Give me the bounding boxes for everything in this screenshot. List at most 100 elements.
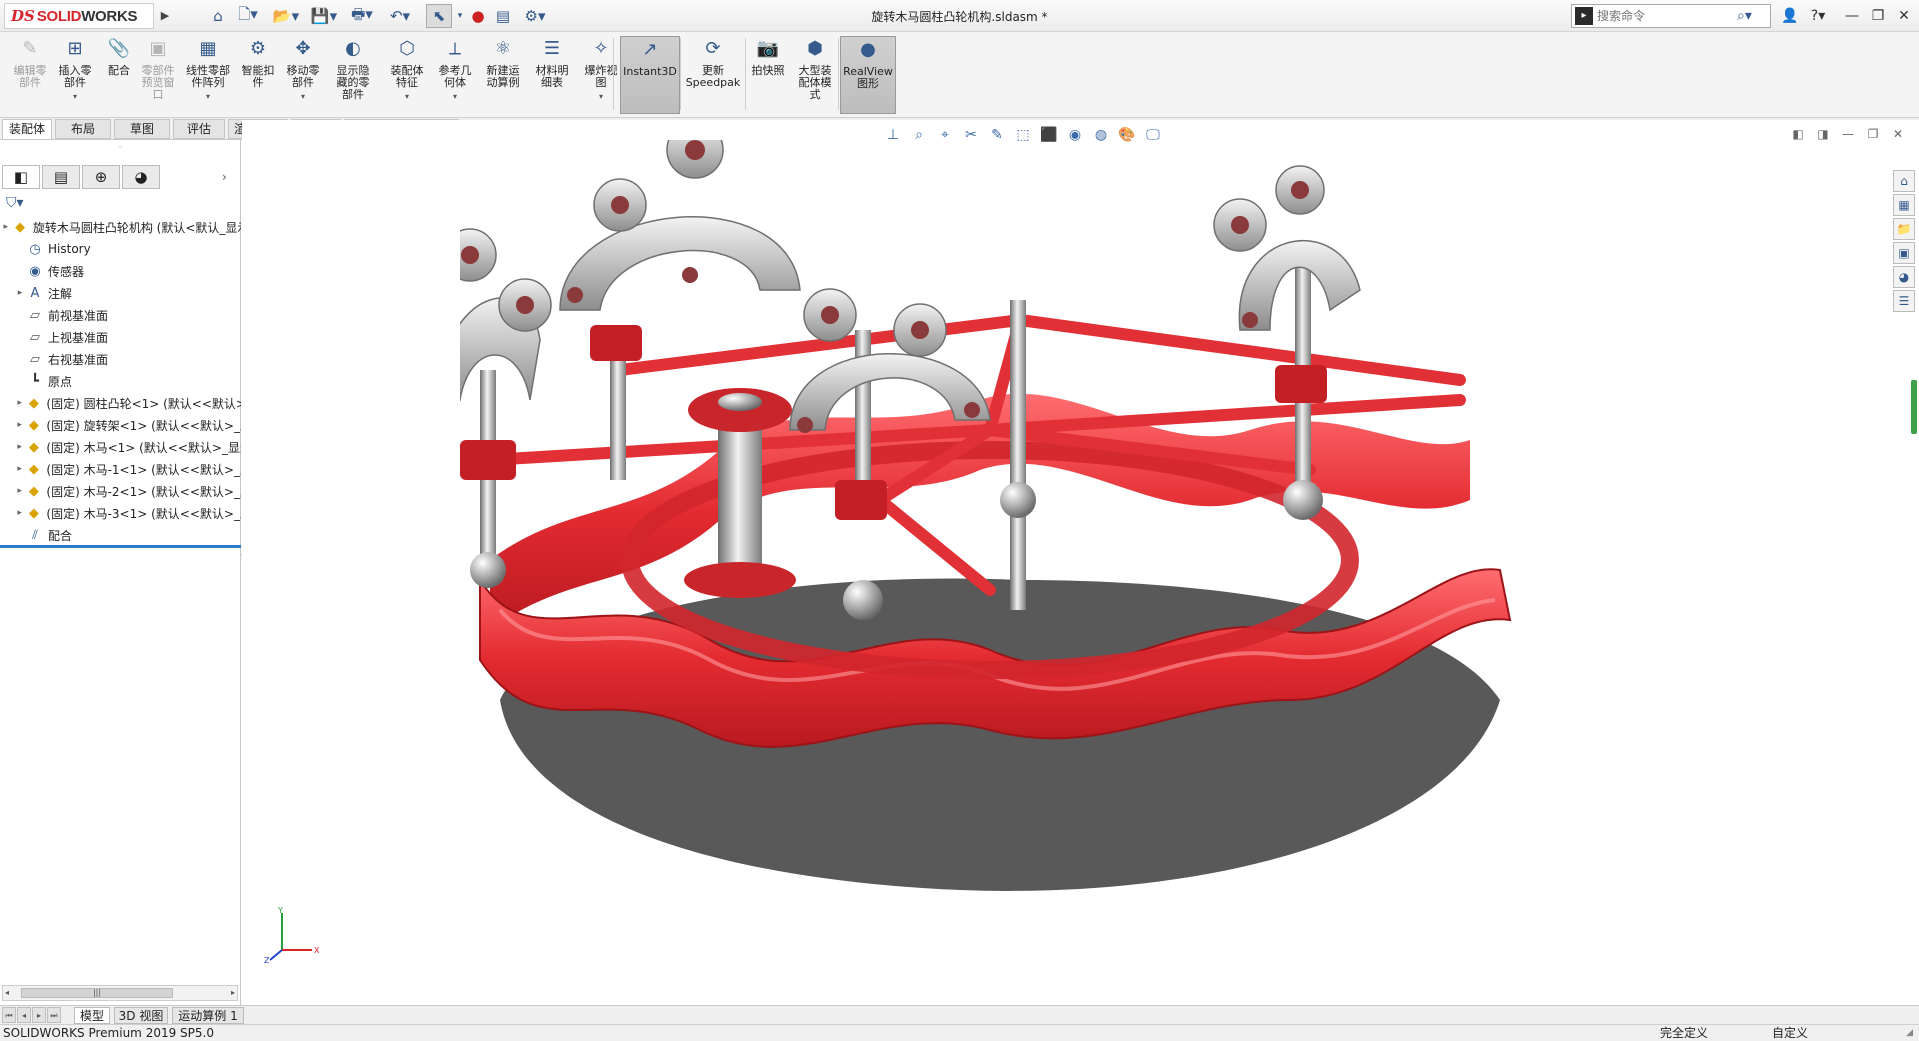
restore-icon[interactable]: ❐ <box>1866 4 1890 28</box>
scroll-right-icon[interactable]: ▸ <box>231 986 235 1000</box>
assembly-features-button[interactable]: ⬡ 装配体 特征 ▾ <box>384 36 430 114</box>
home-icon[interactable]: ⌂ <box>205 4 231 28</box>
exploded-view-dropdown-icon[interactable]: ▾ <box>599 91 603 103</box>
options-icon[interactable]: ⚙▾ <box>518 4 552 28</box>
file-explorer-icon[interactable]: 📁 <box>1893 218 1915 240</box>
view-palette-icon[interactable]: ▣ <box>1893 242 1915 264</box>
tree-item[interactable]: ▸ ◆ (固定) 木马-3<1> (默认<<默认>_显 <box>0 502 241 524</box>
move-component-dropdown-icon[interactable]: ▾ <box>301 91 305 103</box>
tree-item[interactable]: ◷ History <box>0 238 241 260</box>
tab-1[interactable]: 布局 <box>55 119 111 139</box>
custom-properties-icon[interactable]: ☰ <box>1893 290 1915 312</box>
scroll-thumb[interactable]: ||| <box>21 988 173 998</box>
large-assembly-button[interactable]: ⬢ 大型装 配体模 式 <box>792 36 838 114</box>
update-speedpak-button[interactable]: ⟳ 更新 Speedpak <box>684 36 742 114</box>
realview-button[interactable]: ● RealView 图形 <box>840 36 896 114</box>
select-dropdown-icon[interactable]: ▾ <box>455 4 465 28</box>
reference-geometry-button[interactable]: ⟂ 参考几 何体 ▾ <box>432 36 478 114</box>
select-icon[interactable]: ⬉ <box>426 4 452 28</box>
tree-item[interactable]: ⫽ 配合 <box>0 524 241 546</box>
task-pane-indicator[interactable] <box>1911 380 1917 434</box>
resources-icon[interactable]: ⌂ <box>1893 170 1915 192</box>
minimize-icon[interactable]: — <box>1840 4 1864 28</box>
undo-icon[interactable]: ↶▾ <box>384 4 416 28</box>
user-icon[interactable]: 👤 <box>1778 4 1802 28</box>
tree-item[interactable]: ◉ 传感器 <box>0 260 241 282</box>
tree-item[interactable]: ▸ ◆ 旋转木马圆柱凸轮机构 (默认<默认_显示 <box>0 216 241 238</box>
insert-component-dropdown-icon[interactable]: ▾ <box>73 91 77 103</box>
viewport-expand-icon[interactable]: ◨ <box>1811 124 1835 144</box>
expand-arrow-icon[interactable]: ▸ <box>14 508 25 518</box>
expand-arrow-icon[interactable]: ▸ <box>14 288 26 298</box>
rollback-bar[interactable] <box>0 545 241 548</box>
component-preview-button[interactable]: ▣ 零部件 预览窗 口 <box>134 36 182 114</box>
viewport-collapse-icon[interactable]: ◧ <box>1786 124 1810 144</box>
appearances-icon[interactable]: ◕ <box>1893 266 1915 288</box>
design-library-icon[interactable]: ▦ <box>1893 194 1915 216</box>
expand-arrow-icon[interactable]: ▸ <box>14 486 25 496</box>
viewport-close-icon[interactable]: ✕ <box>1886 124 1910 144</box>
expand-arrow-icon[interactable]: ▸ <box>14 420 25 430</box>
tree-item[interactable]: ▱ 右视基准面 <box>0 348 241 370</box>
take-snapshot-button[interactable]: 📷 拍快照 <box>748 36 788 114</box>
scroll-left-icon[interactable]: ◂ <box>5 986 9 1000</box>
close-icon[interactable]: ✕ <box>1892 4 1916 28</box>
linear-pattern-dropdown-icon[interactable]: ▾ <box>206 91 210 103</box>
solidworks-logo[interactable]: DS SOLIDWORKS <box>4 3 154 29</box>
tree-item[interactable]: ▸ ◆ (固定) 圆柱凸轮<1> (默认<<默认>_ <box>0 392 241 414</box>
prev-tab-icon[interactable]: ◂ <box>17 1007 31 1023</box>
show-hidden-button[interactable]: ◐ 显示隐 藏的零 部件 <box>328 36 378 114</box>
tab-0[interactable]: 装配体 <box>2 119 52 139</box>
bottom-tab-2[interactable]: 运动算例 1 <box>172 1007 244 1024</box>
new-motion-study-button[interactable]: ⚛ 新建运 动算例 <box>480 36 526 114</box>
search-box[interactable]: ▸ ⌕▾ <box>1571 4 1771 28</box>
tab-3[interactable]: 评估 <box>173 119 225 139</box>
carousel-cam-model[interactable] <box>460 140 1520 930</box>
expand-arrow-icon[interactable]: ▸ <box>14 442 25 452</box>
last-tab-icon[interactable]: ⏭ <box>47 1007 61 1023</box>
move-component-button[interactable]: ✥ 移动零 部件 ▾ <box>280 36 326 114</box>
display-manager-tab-icon[interactable]: ◕ <box>122 165 160 189</box>
save-icon[interactable]: 💾▾ <box>308 4 340 28</box>
tree-item[interactable]: ▸ ◆ (固定) 木马<1> (默认<<默认>_显示 <box>0 436 241 458</box>
new-document-icon[interactable]: 🗋▾ <box>233 4 263 28</box>
units-status[interactable]: 自定义 <box>1772 1025 1808 1041</box>
tree-item[interactable]: ▸ ◆ (固定) 木马-1<1> (默认<<默认>_显 <box>0 458 241 480</box>
tab-2[interactable]: 草图 <box>114 119 170 139</box>
property-manager-tab-icon[interactable]: ▤ <box>42 165 80 189</box>
first-tab-icon[interactable]: ⏮ <box>2 1007 16 1023</box>
assembly-features-dropdown-icon[interactable]: ▾ <box>405 91 409 103</box>
menu-expand-arrow-icon[interactable]: ▶ <box>158 5 172 27</box>
bottom-tab-0[interactable]: 模型 <box>74 1007 110 1024</box>
panel-grip[interactable]: ◦ <box>0 143 241 153</box>
open-icon[interactable]: 📂▾ <box>270 4 302 28</box>
reference-geometry-dropdown-icon[interactable]: ▾ <box>453 91 457 103</box>
viewport-restore-icon[interactable]: ❐ <box>1861 124 1885 144</box>
print-icon[interactable]: 🖶▾ <box>346 4 378 28</box>
tree-item[interactable]: ▸ ◆ (固定) 旋转架<1> (默认<<默认>_显 <box>0 414 241 436</box>
bill-of-materials-button[interactable]: ☰ 材料明 细表 <box>530 36 574 114</box>
tree-item[interactable]: ▸ ◆ (固定) 木马-2<1> (默认<<默认>_显 <box>0 480 241 502</box>
insert-component-button[interactable]: ⊞ 插入零 部件 ▾ <box>52 36 98 114</box>
search-input[interactable] <box>1597 9 1737 23</box>
file-properties-icon[interactable]: ▤ <box>492 4 514 28</box>
search-icon[interactable]: ⌕▾ <box>1737 8 1752 24</box>
expand-arrow-icon[interactable]: ▸ <box>14 464 25 474</box>
tree-item[interactable]: ┗ 原点 <box>0 370 241 392</box>
expand-arrow-icon[interactable]: ▸ <box>0 222 12 232</box>
next-tab-icon[interactable]: ▸ <box>32 1007 46 1023</box>
tree-horizontal-scrollbar[interactable]: ◂ ||| ▸ <box>2 985 238 1001</box>
feature-manager-tab-icon[interactable]: ◧ <box>2 165 40 189</box>
help-icon[interactable]: ?▾ <box>1806 4 1830 28</box>
mate-button[interactable]: 📎 配合 <box>100 36 138 114</box>
smart-fasteners-button[interactable]: ⚙ 智能扣 件 <box>238 36 278 114</box>
linear-pattern-button[interactable]: ▦ 线性零部 件阵列 ▾ <box>180 36 236 114</box>
tree-item[interactable]: ▱ 前视基准面 <box>0 304 241 326</box>
configuration-manager-tab-icon[interactable]: ⊕ <box>82 165 120 189</box>
panel-more-arrow-icon[interactable]: › <box>222 165 236 189</box>
tree-item[interactable]: ▱ 上视基准面 <box>0 326 241 348</box>
viewport-minimize-icon[interactable]: — <box>1836 124 1860 144</box>
instant3d-button[interactable]: ↗ Instant3D <box>620 36 680 114</box>
filter-icon[interactable]: ⛉▾ <box>6 195 30 215</box>
exploded-view-button[interactable]: ✧ 爆炸视 图 ▾ <box>578 36 624 114</box>
